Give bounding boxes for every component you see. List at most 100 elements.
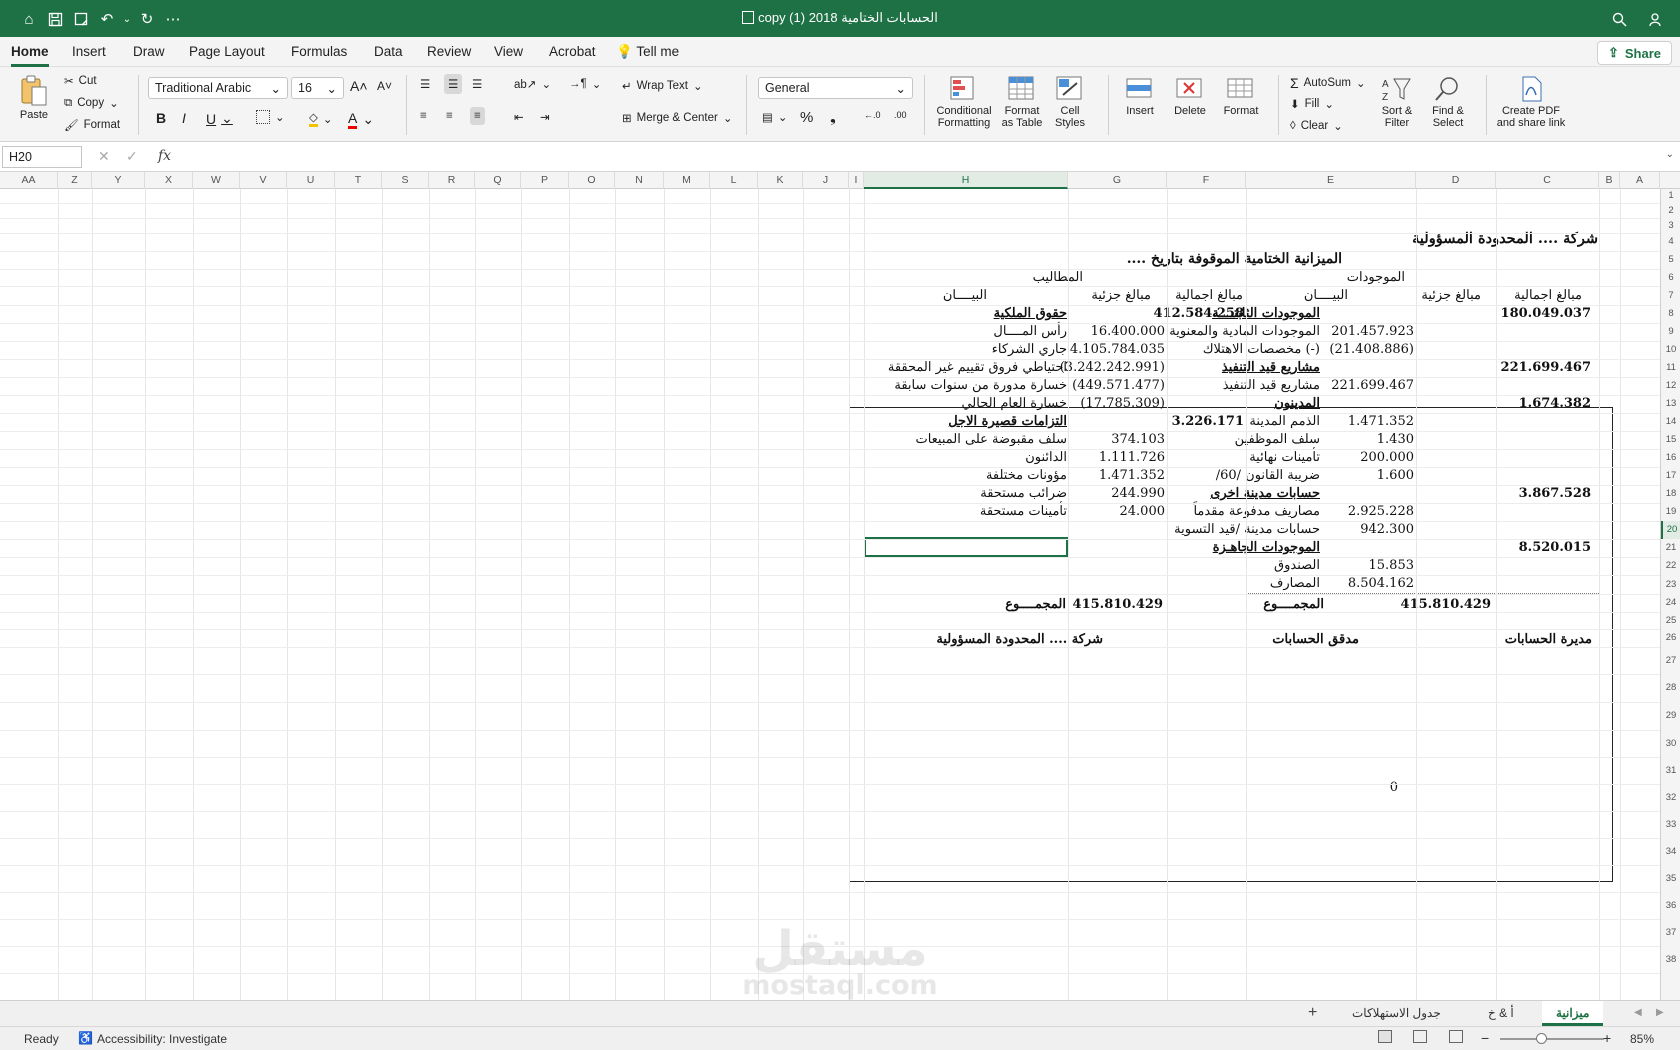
borders-button[interactable]: ⌄ [256, 110, 285, 124]
column-header-aa[interactable]: AA [0, 172, 58, 189]
column-header-r[interactable]: R [429, 172, 475, 189]
share-button[interactable]: ⇪ Share [1596, 41, 1672, 65]
format-as-table-button[interactable]: Format as Table [998, 75, 1046, 129]
column-header-m[interactable]: M [664, 172, 710, 189]
italic-button[interactable]: I [182, 110, 186, 126]
column-header-e[interactable]: E [1246, 172, 1416, 189]
column-header-h[interactable]: H [864, 172, 1068, 189]
increase-decimal-button[interactable]: ←.0 [864, 110, 881, 120]
align-middle-button[interactable]: ☰ [444, 74, 463, 94]
row-header-6[interactable]: 6 [1661, 269, 1680, 286]
column-header-z[interactable]: Z [58, 172, 92, 189]
row-header-34[interactable]: 34 [1661, 838, 1680, 865]
row-header-22[interactable]: 22 [1661, 557, 1680, 575]
row-header-14[interactable]: 14 [1661, 413, 1680, 431]
row-header-3[interactable]: 3 [1661, 218, 1680, 233]
accessibility-status[interactable]: Accessibility: Investigate [97, 1032, 227, 1046]
number-format-select[interactable]: General ⌄ [758, 77, 913, 99]
column-header-i[interactable]: I [849, 172, 864, 189]
column-header-a[interactable]: A [1620, 172, 1660, 189]
scroll-right-icon[interactable]: ▶ [1656, 1007, 1664, 1018]
row-header-16[interactable]: 16 [1661, 449, 1680, 467]
column-header-b[interactable]: B [1599, 172, 1620, 189]
percent-button[interactable]: % [800, 109, 813, 126]
row-header-18[interactable]: 18 [1661, 485, 1680, 503]
enter-icon[interactable]: ✓ [126, 148, 138, 165]
row-header-23[interactable]: 23 [1661, 575, 1680, 594]
row-header-5[interactable]: 5 [1661, 251, 1680, 269]
scroll-left-icon[interactable]: ◀ [1634, 1007, 1642, 1018]
column-header-k[interactable]: K [758, 172, 803, 189]
column-header-v[interactable]: V [240, 172, 287, 189]
merge-center-button[interactable]: ⊞ Merge & Center ⌄ [622, 111, 732, 125]
sheet-tab-depreciation[interactable]: جدول الاستهلاكات [1352, 1006, 1441, 1020]
row-header-11[interactable]: 11 [1661, 359, 1680, 377]
font-color-button[interactable]: A ⌄ [348, 110, 374, 129]
text-direction-button[interactable]: →¶ ⌄ [569, 77, 601, 91]
name-box[interactable]: H20 [2, 146, 82, 168]
formula-input[interactable] [184, 146, 1664, 168]
tab-review[interactable]: Review [427, 44, 471, 59]
tab-view[interactable]: View [494, 44, 523, 59]
row-header-8[interactable]: 8 [1661, 305, 1680, 323]
tab-formulas[interactable]: Formulas [291, 44, 347, 59]
align-top-button[interactable]: ☰ [420, 77, 430, 91]
column-header-w[interactable]: W [193, 172, 240, 189]
row-header-35[interactable]: 35 [1661, 865, 1680, 892]
search-icon[interactable] [1606, 9, 1632, 29]
row-header-33[interactable]: 33 [1661, 811, 1680, 838]
row-header-15[interactable]: 15 [1661, 431, 1680, 449]
wrap-text-button[interactable]: ↵ Wrap Text ⌄ [622, 79, 703, 93]
zoom-slider-thumb[interactable] [1536, 1033, 1547, 1044]
row-header-2[interactable]: 2 [1661, 203, 1680, 218]
row-header-9[interactable]: 9 [1661, 323, 1680, 341]
expand-formula-icon[interactable]: ⌄ [1666, 149, 1674, 160]
increase-indent-button[interactable]: ⇥ [540, 110, 550, 124]
column-header-x[interactable]: X [145, 172, 193, 189]
row-header-17[interactable]: 17 [1661, 467, 1680, 485]
tab-acrobat[interactable]: Acrobat [549, 44, 596, 59]
active-cell-h20[interactable] [864, 537, 1068, 557]
cut-button[interactable]: ✂ Cut [64, 74, 97, 88]
cancel-icon[interactable]: ✕ [98, 148, 110, 165]
row-header-36[interactable]: 36 [1661, 892, 1680, 919]
row-header-29[interactable]: 29 [1661, 702, 1680, 730]
column-header-g[interactable]: G [1068, 172, 1167, 189]
column-header-u[interactable]: U [287, 172, 335, 189]
column-header-q[interactable]: Q [475, 172, 521, 189]
row-header-27[interactable]: 27 [1661, 647, 1680, 674]
row-header-21[interactable]: 21 [1661, 539, 1680, 557]
bold-button[interactable]: B [156, 110, 166, 126]
tab-data[interactable]: Data [374, 44, 403, 59]
conditional-formatting-button[interactable]: Conditional Formatting [934, 75, 994, 129]
font-name-select[interactable]: Traditional Arabic ⌄ [148, 77, 288, 99]
align-center-button[interactable]: ≡ [446, 110, 453, 122]
decrease-font-button[interactable]: A˅ [377, 79, 392, 93]
row-header-26[interactable]: 26 [1661, 629, 1680, 647]
underline-button[interactable]: U ⌄ [206, 110, 233, 127]
column-header-d[interactable]: D [1416, 172, 1496, 189]
row-header-1[interactable]: 1 [1661, 189, 1680, 203]
row-header-12[interactable]: 12 [1661, 377, 1680, 395]
accounting-format-button[interactable]: ▤ ⌄ [762, 110, 788, 124]
worksheet-grid[interactable]: شركة .... المحدودة المسؤولية الميزانية ا… [0, 189, 1660, 1000]
autosum-button[interactable]: Σ AutoSum ⌄ [1290, 75, 1366, 91]
column-header-p[interactable]: P [521, 172, 569, 189]
comma-style-button[interactable]: ❟ [830, 109, 836, 126]
row-header-32[interactable]: 32 [1661, 784, 1680, 811]
cell-styles-button[interactable]: Cell Styles [1048, 75, 1092, 129]
row-header-31[interactable]: 31 [1661, 757, 1680, 784]
column-header-n[interactable]: N [615, 172, 664, 189]
orientation-button[interactable]: ab↗ ⌄ [514, 77, 551, 91]
row-header-4[interactable]: 4 [1661, 233, 1680, 251]
row-header-37[interactable]: 37 [1661, 919, 1680, 946]
row-header-24[interactable]: 24 [1661, 594, 1680, 612]
sheet-tab-balance[interactable]: ميزانية [1542, 1001, 1604, 1026]
decrease-indent-button[interactable]: ⇤ [514, 110, 524, 124]
accessibility-icon[interactable]: ♿ [78, 1031, 93, 1045]
page-layout-view-icon[interactable] [1413, 1030, 1427, 1043]
zoom-level[interactable]: 85% [1630, 1032, 1654, 1046]
add-sheet-button[interactable]: + [1308, 1004, 1317, 1022]
copy-button[interactable]: ⧉ Copy ⌄ [64, 96, 119, 111]
row-header-10[interactable]: 10 [1661, 341, 1680, 359]
